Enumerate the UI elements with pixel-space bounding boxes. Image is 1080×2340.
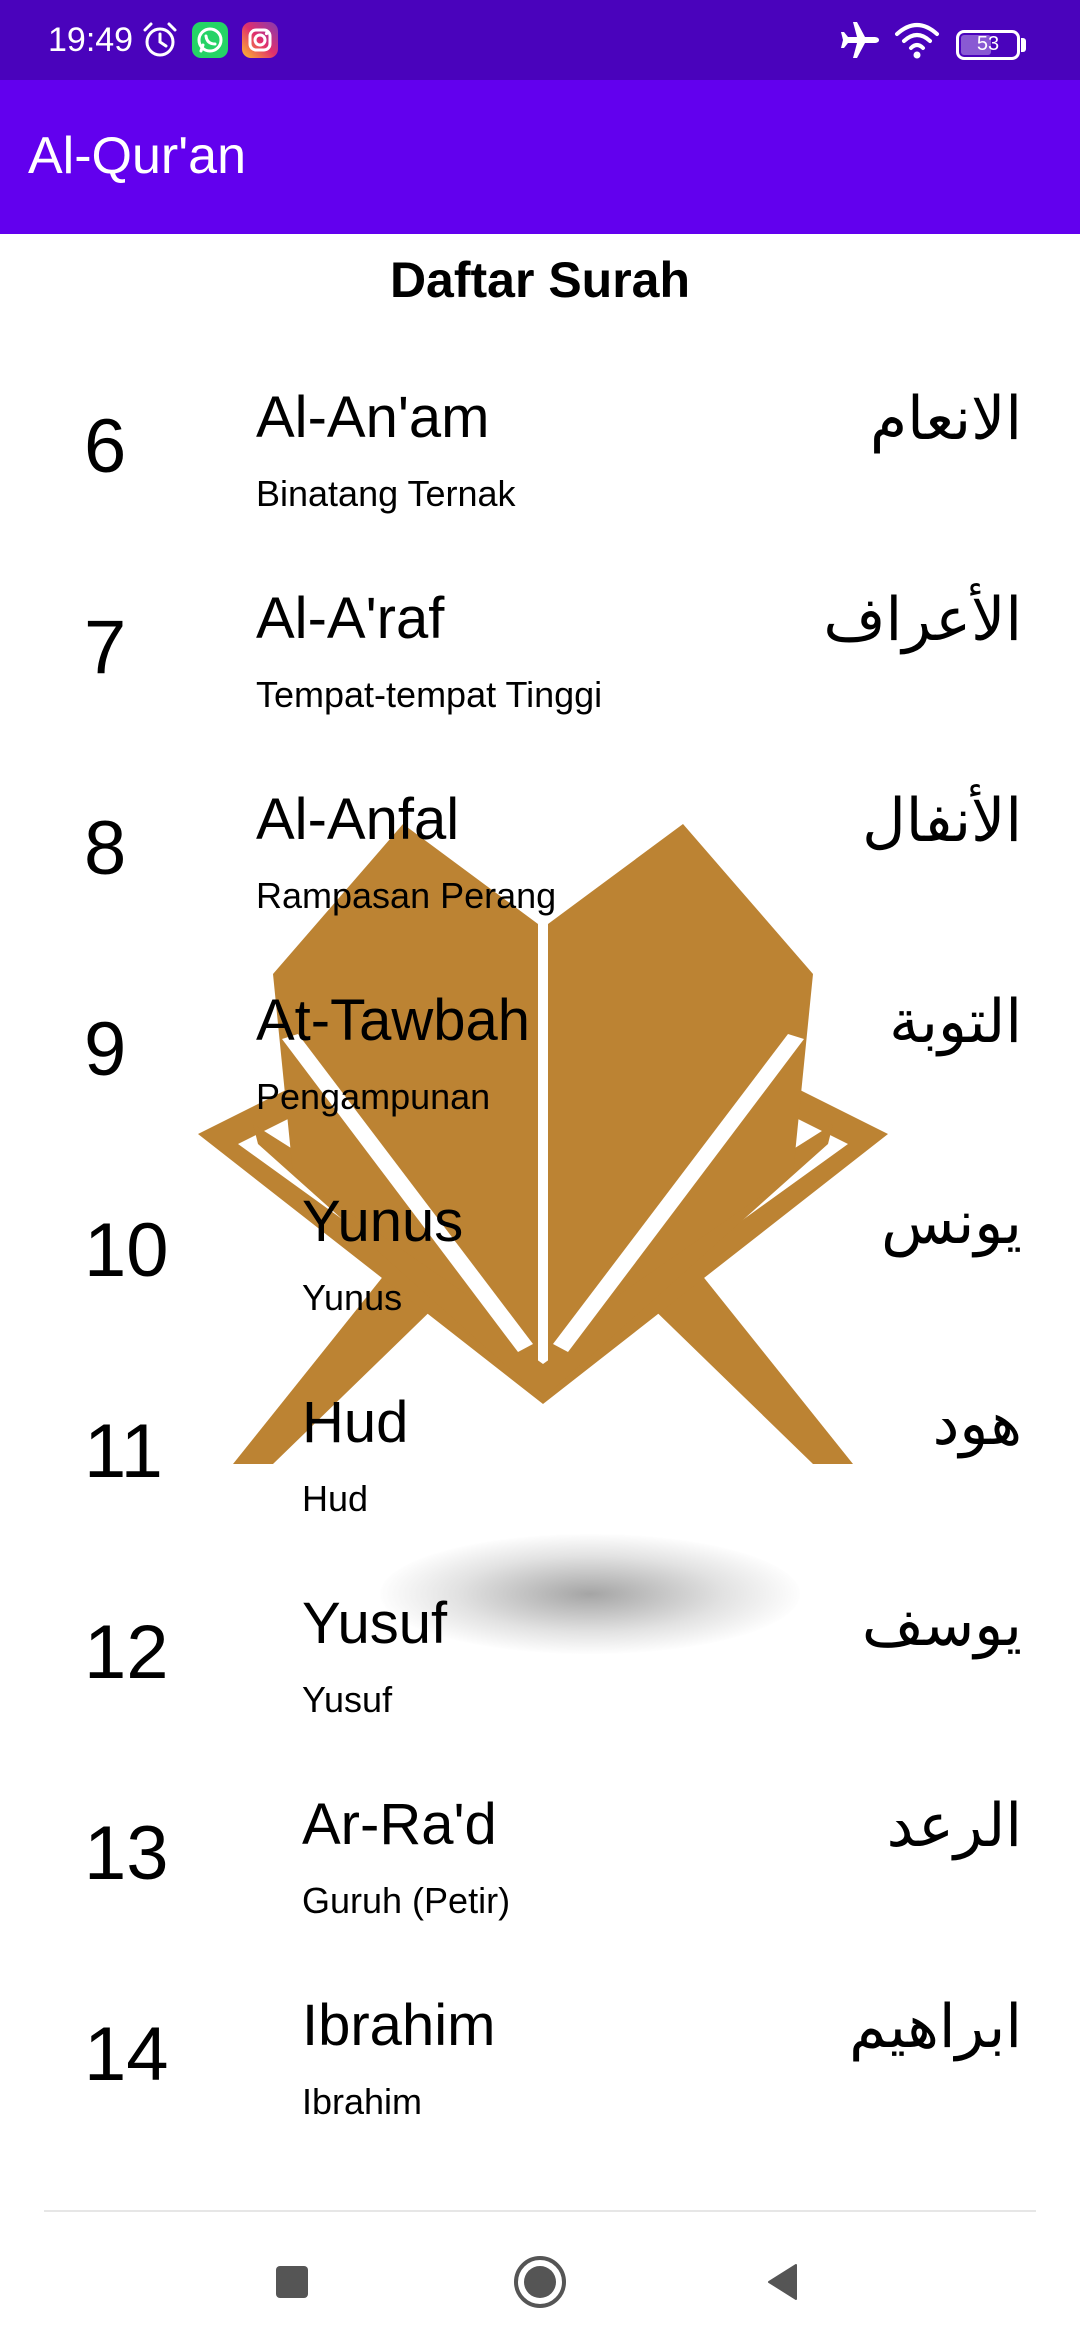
surah-row[interactable]: 6 Al-An'am Binatang Ternak الانعام xyxy=(0,365,1080,566)
surah-meaning: Hud xyxy=(302,1478,369,1519)
back-icon xyxy=(768,2264,797,2300)
surah-arabic-name: يونس xyxy=(881,1188,1022,1258)
surah-number: 10 xyxy=(84,1208,169,1293)
surah-meaning: Rampasan Perang xyxy=(256,875,557,916)
surah-name: Al-A'raf xyxy=(256,586,445,651)
surah-meaning: Tempat-tempat Tinggi xyxy=(256,674,603,715)
surah-arabic-name: يوسف xyxy=(861,1590,1022,1660)
back-button[interactable] xyxy=(754,2252,814,2312)
wifi-icon xyxy=(895,23,939,59)
surah-arabic-name: الأنفال xyxy=(862,786,1022,856)
alarm-icon xyxy=(143,22,177,57)
whatsapp-icon xyxy=(192,22,228,58)
app-title: Al-Qur'an xyxy=(28,127,247,185)
surah-meaning: Yusuf xyxy=(302,1679,393,1720)
surah-name: Yusuf xyxy=(302,1591,448,1656)
nav-divider xyxy=(44,2210,1036,2212)
surah-number: 11 xyxy=(84,1409,163,1494)
surah-number: 7 xyxy=(84,605,127,690)
surah-meaning: Binatang Ternak xyxy=(256,473,516,514)
surah-number: 14 xyxy=(84,2012,169,2097)
surah-name: Ibrahim xyxy=(302,1993,496,2058)
surah-arabic-name: الأعراف xyxy=(823,585,1022,655)
surah-number: 13 xyxy=(84,1811,169,1896)
surah-list-screen[interactable]: Daftar Surah 6 Al-An'am Binatang Ternak … xyxy=(0,234,1080,2210)
surah-name: Hud xyxy=(302,1390,409,1455)
surah-arabic-name: التوبة xyxy=(889,987,1022,1057)
surah-number: 6 xyxy=(84,404,127,489)
surah-name: Ar-Ra'd xyxy=(302,1792,497,1857)
surah-meaning: Pengampunan xyxy=(256,1076,491,1117)
surah-name: Al-An'am xyxy=(256,385,490,450)
home-button[interactable] xyxy=(510,2252,570,2312)
status-bar: 19:49 53 xyxy=(0,0,1080,80)
surah-row[interactable]: 14 Ibrahim Ibrahim ابراهيم xyxy=(0,1973,1080,2174)
navigation-bar xyxy=(0,2210,1080,2340)
recent-apps-icon xyxy=(276,2266,308,2298)
surah-name: Al-Anfal xyxy=(256,787,460,852)
surah-row[interactable]: 10 Yunus Yunus يونس xyxy=(0,1169,1080,1370)
surah-list[interactable]: 6 Al-An'am Binatang Ternak الانعام 7 Al-… xyxy=(0,365,1080,2174)
surah-row[interactable]: 12 Yusuf Yusuf يوسف xyxy=(0,1571,1080,1772)
surah-name: Yunus xyxy=(302,1189,464,1254)
surah-row[interactable]: 9 At-Tawbah Pengampunan التوبة xyxy=(0,968,1080,1169)
surah-name: At-Tawbah xyxy=(256,988,531,1053)
airplane-icon xyxy=(841,22,879,58)
surah-row[interactable]: 13 Ar-Ra'd Guruh (Petir) الرعد xyxy=(0,1772,1080,1973)
list-heading: Daftar Surah xyxy=(389,252,691,308)
surah-arabic-name: الانعام xyxy=(870,384,1022,454)
surah-number: 9 xyxy=(84,1007,127,1092)
surah-number: 8 xyxy=(84,806,127,891)
surah-number: 12 xyxy=(84,1610,169,1695)
surah-arabic-name: الرعد xyxy=(886,1791,1022,1861)
surah-row[interactable]: 11 Hud Hud هود xyxy=(0,1370,1080,1571)
surah-meaning: Ibrahim xyxy=(302,2081,423,2122)
surah-row[interactable]: 8 Al-Anfal Rampasan Perang الأنفال xyxy=(0,767,1080,968)
surah-row[interactable]: 7 Al-A'raf Tempat-tempat Tinggi الأعراف xyxy=(0,566,1080,767)
home-icon xyxy=(514,2256,566,2308)
surah-meaning: Guruh (Petir) xyxy=(302,1880,511,1921)
surah-arabic-name: هود xyxy=(932,1389,1022,1459)
surah-arabic-name: ابراهيم xyxy=(849,1992,1022,2062)
recent-apps-button[interactable] xyxy=(262,2252,322,2312)
app-bar: Al-Qur'an xyxy=(0,80,1080,234)
status-time: 19:49 xyxy=(48,21,134,59)
battery-icon: 53 xyxy=(956,30,1020,60)
battery-level: 53 xyxy=(976,33,1000,55)
instagram-icon xyxy=(242,22,278,58)
surah-meaning: Yunus xyxy=(302,1277,403,1318)
